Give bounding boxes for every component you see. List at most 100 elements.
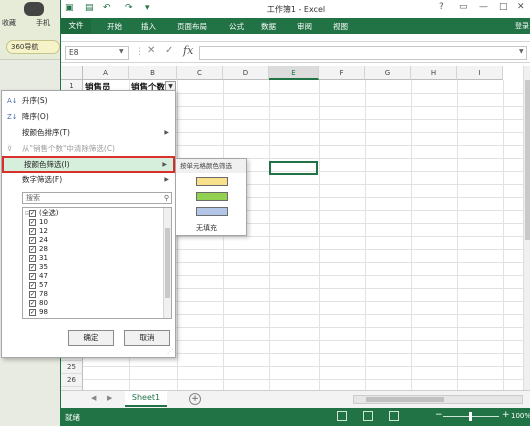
column-header-d[interactable]: D — [223, 66, 269, 80]
tab-view[interactable]: 视图 — [333, 21, 348, 32]
search-placeholder: 搜索 — [26, 194, 40, 202]
tab-file[interactable]: 文件 — [61, 18, 91, 34]
list-item[interactable]: ✓ 98 — [23, 308, 163, 317]
list-item[interactable]: ⊟ ✓ (全选) — [23, 209, 163, 218]
column-header-b[interactable]: B — [129, 66, 177, 80]
checkbox-checked-icon[interactable]: ✓ — [29, 237, 36, 244]
list-item-label: 24 — [39, 236, 48, 244]
grid-line — [457, 80, 458, 390]
color-swatch-yellow[interactable] — [196, 177, 228, 186]
no-fill-option[interactable]: 无填充 — [196, 223, 217, 233]
list-item[interactable]: ✓ 78 — [23, 290, 163, 299]
close-icon[interactable]: ✕ — [517, 2, 525, 12]
menu-sort-by-color[interactable]: 按颜色排序(T) ▶ — [2, 126, 175, 140]
confirm-entry-icon[interactable]: ✓ — [165, 45, 173, 56]
list-item[interactable]: ✓ 28 — [23, 245, 163, 254]
checkbox-checked-icon[interactable]: ✓ — [29, 273, 36, 280]
checkbox-checked-icon[interactable]: ✓ — [29, 255, 36, 262]
column-header-a[interactable]: A — [83, 66, 129, 80]
checkbox-checked-icon[interactable]: ✓ — [29, 219, 36, 226]
zoom-in-icon[interactable]: + — [502, 410, 510, 420]
menu-filter-by-color[interactable]: 按颜色筛选(I) ▶ — [2, 156, 175, 173]
color-swatch-green[interactable] — [196, 192, 228, 201]
tab-insert[interactable]: 插入 — [141, 21, 156, 32]
minimize-icon[interactable]: — — [479, 2, 488, 12]
grid-line — [365, 80, 366, 390]
checkbox-checked-icon[interactable]: ✓ — [29, 210, 36, 217]
page-break-view-icon[interactable] — [389, 411, 399, 421]
checkbox-checked-icon[interactable]: ✓ — [29, 264, 36, 271]
select-all-corner[interactable] — [61, 66, 83, 80]
column-header-g[interactable]: G — [365, 66, 411, 80]
ribbon-options-icon[interactable]: ▭ — [459, 2, 468, 12]
column-header-f[interactable]: F — [319, 66, 365, 80]
list-item[interactable]: ✓ 80 — [23, 299, 163, 308]
grid-line — [411, 80, 412, 390]
tab-review[interactable]: 审阅 — [297, 21, 312, 32]
page-layout-view-icon[interactable] — [363, 411, 373, 421]
list-scroll-thumb[interactable] — [165, 228, 170, 298]
active-cell-e8[interactable] — [269, 161, 318, 175]
color-swatch-blue[interactable] — [196, 207, 228, 216]
ok-button[interactable]: 确定 — [68, 330, 114, 346]
list-item-label: 78 — [39, 290, 48, 298]
add-sheet-icon[interactable]: + — [189, 393, 201, 405]
maximize-icon[interactable]: □ — [499, 2, 508, 12]
zoom-slider-thumb[interactable] — [469, 412, 472, 421]
checkbox-checked-icon[interactable]: ✓ — [29, 291, 36, 298]
horizontal-scroll-thumb[interactable] — [366, 397, 444, 402]
checkbox-checked-icon[interactable]: ✓ — [29, 228, 36, 235]
tab-page-layout[interactable]: 页面布局 — [177, 21, 207, 32]
list-item[interactable]: ✓ 10 — [23, 218, 163, 227]
list-item[interactable]: ✓ 57 — [23, 281, 163, 290]
horizontal-scrollbar[interactable] — [353, 395, 523, 404]
list-item-label: 12 — [39, 227, 48, 235]
browser-favorites[interactable]: 收藏 — [2, 18, 16, 28]
browser-nav-chip[interactable]: 360导航 — [6, 40, 60, 54]
formula-bar: E8 ▼ ⋮ ✕ ✓ fx ▼ — [61, 43, 530, 63]
chevron-right-icon: ▶ — [164, 176, 169, 183]
row-header-25[interactable]: 25 — [61, 361, 83, 374]
expand-formula-bar-icon[interactable]: ▼ — [519, 48, 524, 55]
help-button[interactable]: ? — [439, 2, 444, 12]
normal-view-icon[interactable] — [337, 411, 347, 421]
column-header-h[interactable]: H — [411, 66, 457, 80]
zoom-level[interactable]: 100% — [511, 412, 530, 420]
sheet-tab-sheet1[interactable]: Sheet1 — [125, 391, 167, 407]
row-header-26[interactable]: 26 — [61, 374, 83, 387]
tab-data[interactable]: 数据 — [261, 21, 276, 32]
checkbox-checked-icon[interactable]: ✓ — [29, 246, 36, 253]
tab-formulas[interactable]: 公式 — [229, 21, 244, 32]
column-header-e[interactable]: E — [269, 66, 319, 80]
list-item[interactable]: ✓ 47 — [23, 272, 163, 281]
chevron-down-icon[interactable]: ▼ — [119, 48, 124, 55]
checkbox-checked-icon[interactable]: ✓ — [29, 309, 36, 316]
formula-input[interactable] — [199, 46, 527, 60]
insert-function-icon[interactable]: fx — [183, 44, 193, 57]
menu-sort-descending[interactable]: Z↓ 降序(O) — [2, 110, 175, 124]
filter-search-input[interactable]: 搜索 ⚲ — [22, 192, 172, 204]
vertical-scrollbar[interactable] — [523, 66, 530, 390]
column-header-c[interactable]: C — [177, 66, 223, 80]
prev-sheet-icon[interactable]: ◀ — [91, 394, 96, 402]
menu-number-filter[interactable]: 数字筛选(F) ▶ — [2, 173, 175, 187]
login-link[interactable]: 登录 — [515, 21, 529, 31]
tab-home[interactable]: 开始 — [107, 21, 122, 32]
resize-grip-icon[interactable]: ⋰ — [167, 348, 173, 355]
menu-sort-ascending[interactable]: A↓ 升序(S) — [2, 94, 175, 108]
cancel-button[interactable]: 取消 — [124, 330, 170, 346]
title-bar: ▣ ▤ ↶ ↷ ▾ 工作簿1 - Excel ? ▭ — □ ✕ — [61, 0, 530, 18]
list-item[interactable]: ✓ 35 — [23, 263, 163, 272]
list-item[interactable]: ✓ 12 — [23, 227, 163, 236]
column-header-i[interactable]: I — [457, 66, 503, 80]
zoom-out-icon[interactable]: − — [435, 410, 443, 420]
list-item[interactable]: ✓ 24 — [23, 236, 163, 245]
checkbox-checked-icon[interactable]: ✓ — [29, 300, 36, 307]
browser-mobile[interactable]: 手机 — [36, 18, 50, 28]
vertical-scroll-thumb[interactable] — [525, 80, 530, 240]
checkbox-checked-icon[interactable]: ✓ — [29, 282, 36, 289]
next-sheet-icon[interactable]: ▶ — [107, 394, 112, 402]
list-item[interactable]: ✓ 31 — [23, 254, 163, 263]
cancel-entry-icon[interactable]: ✕ — [147, 45, 155, 56]
list-scrollbar[interactable] — [163, 208, 171, 318]
